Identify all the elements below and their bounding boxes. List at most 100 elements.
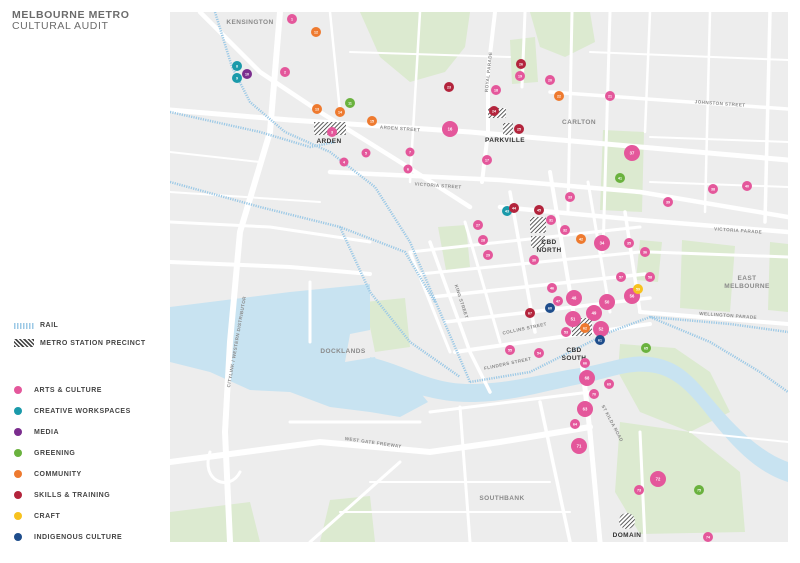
- map-marker[interactable]: 22: [554, 91, 564, 101]
- map-marker[interactable]: 36: [640, 247, 650, 257]
- map-marker[interactable]: 65: [641, 343, 651, 353]
- map-marker[interactable]: 69: [604, 379, 614, 389]
- map-marker[interactable]: 61: [595, 335, 605, 345]
- map-marker[interactable]: 24: [489, 106, 499, 116]
- map-marker[interactable]: 54: [534, 348, 544, 358]
- map-marker[interactable]: 39: [663, 197, 673, 207]
- marker-number: 72: [656, 477, 661, 482]
- marker-number: 33: [568, 195, 572, 199]
- map-marker[interactable]: 26: [516, 59, 526, 69]
- map-marker[interactable]: 21: [605, 91, 615, 101]
- precinct-label: CBD: [566, 347, 581, 354]
- map-marker[interactable]: 32: [560, 225, 570, 235]
- map-marker[interactable]: 28: [478, 235, 488, 245]
- map-marker[interactable]: 37: [624, 145, 640, 161]
- map-marker[interactable]: 23: [444, 82, 454, 92]
- marker-number: 18: [494, 88, 498, 92]
- map-marker[interactable]: 35: [624, 238, 634, 248]
- map-marker[interactable]: 64: [570, 419, 580, 429]
- map-marker[interactable]: 59: [633, 284, 643, 294]
- marker-number: 25: [517, 127, 521, 131]
- marker-number: 36: [643, 250, 647, 254]
- marker-number: 2: [284, 70, 286, 74]
- marker-number: 6: [407, 167, 409, 171]
- map-marker[interactable]: 68: [579, 370, 595, 386]
- map-marker[interactable]: 38: [708, 184, 718, 194]
- map-marker[interactable]: 13: [312, 104, 322, 114]
- map-marker[interactable]: 75: [694, 485, 704, 495]
- marker-number: 4: [343, 160, 345, 164]
- map-marker[interactable]: 31: [546, 215, 556, 225]
- map-marker[interactable]: 67: [525, 308, 535, 318]
- map-marker[interactable]: 41: [615, 173, 625, 183]
- marker-number: 50: [605, 300, 610, 305]
- precinct-parkville-2: [503, 123, 513, 135]
- map-marker[interactable]: 6: [403, 164, 413, 174]
- map-marker[interactable]: 27: [473, 220, 483, 230]
- map-marker[interactable]: 60: [545, 303, 555, 313]
- park-fitzroy: [680, 240, 735, 312]
- map-marker[interactable]: 14: [335, 107, 345, 117]
- map-marker[interactable]: 20: [545, 75, 555, 85]
- map-marker[interactable]: 74: [703, 532, 713, 542]
- marker-number: 49: [592, 311, 597, 316]
- map-marker[interactable]: 70: [589, 389, 599, 399]
- map-marker[interactable]: 25: [514, 124, 524, 134]
- map-marker[interactable]: 46: [547, 283, 557, 293]
- map-marker[interactable]: 58: [645, 272, 655, 282]
- marker-number: 58: [648, 275, 652, 279]
- map-marker[interactable]: 17: [482, 155, 492, 165]
- map-marker[interactable]: 63: [577, 401, 593, 417]
- map-marker[interactable]: 16: [442, 121, 458, 137]
- indigenous-dot-icon: [14, 533, 22, 541]
- marker-number: 66: [583, 361, 587, 365]
- marker-number: 39: [666, 200, 670, 204]
- map-marker[interactable]: 45: [534, 205, 544, 215]
- marker-number: 22: [557, 94, 561, 98]
- map-marker[interactable]: 44: [509, 203, 519, 213]
- map-marker[interactable]: 19: [515, 71, 525, 81]
- map-marker[interactable]: 8: [232, 61, 242, 71]
- map-marker[interactable]: 71: [571, 438, 587, 454]
- map-marker[interactable]: 34: [594, 235, 610, 251]
- map-marker[interactable]: 3: [327, 127, 337, 137]
- map-marker[interactable]: 40: [742, 181, 752, 191]
- marker-number: 23: [447, 85, 451, 89]
- map-marker[interactable]: 12: [311, 27, 321, 37]
- legend-item-greening: GREENING: [14, 449, 75, 457]
- map-marker[interactable]: 1: [287, 14, 297, 24]
- map-marker[interactable]: 73: [634, 485, 644, 495]
- map-marker[interactable]: 62: [580, 323, 590, 333]
- map-marker[interactable]: 10: [242, 69, 252, 79]
- map-marker[interactable]: 66: [580, 358, 590, 368]
- map-marker[interactable]: 30: [529, 255, 539, 265]
- map-marker[interactable]: 53: [561, 327, 571, 337]
- map-marker[interactable]: 7: [405, 147, 415, 157]
- map-marker[interactable]: 18: [491, 85, 501, 95]
- map-canvas[interactable]: KENSINGTON CARLTON EASTMELBOURNE DOCKLANDS S…: [170, 12, 788, 542]
- map-marker[interactable]: 42: [576, 234, 586, 244]
- map-marker[interactable]: 49: [586, 305, 602, 321]
- map-marker[interactable]: 29: [483, 250, 493, 260]
- precinct-label: CBD: [541, 239, 556, 246]
- map-marker[interactable]: 15: [367, 116, 377, 126]
- map-marker[interactable]: 33: [565, 192, 575, 202]
- map-marker[interactable]: 2: [280, 67, 290, 77]
- creative-dot-icon: [14, 407, 22, 415]
- map-marker[interactable]: 72: [650, 471, 666, 487]
- marker-number: 74: [706, 535, 710, 539]
- map-marker[interactable]: 51: [565, 311, 581, 327]
- map-marker[interactable]: 11: [345, 98, 355, 108]
- marker-number: 37: [630, 151, 635, 156]
- map-marker[interactable]: 9: [232, 73, 242, 83]
- map-marker[interactable]: 47: [553, 296, 563, 306]
- map-marker[interactable]: 48: [566, 290, 582, 306]
- map-marker[interactable]: 52: [593, 321, 609, 337]
- map-marker[interactable]: 50: [599, 294, 615, 310]
- map-marker[interactable]: 57: [616, 272, 626, 282]
- marker-number: 15: [370, 119, 374, 123]
- map-marker[interactable]: 5: [361, 148, 371, 158]
- map-marker[interactable]: 4: [339, 157, 349, 167]
- map-marker[interactable]: 55: [505, 345, 515, 355]
- precinct-cbd-north: [530, 217, 546, 233]
